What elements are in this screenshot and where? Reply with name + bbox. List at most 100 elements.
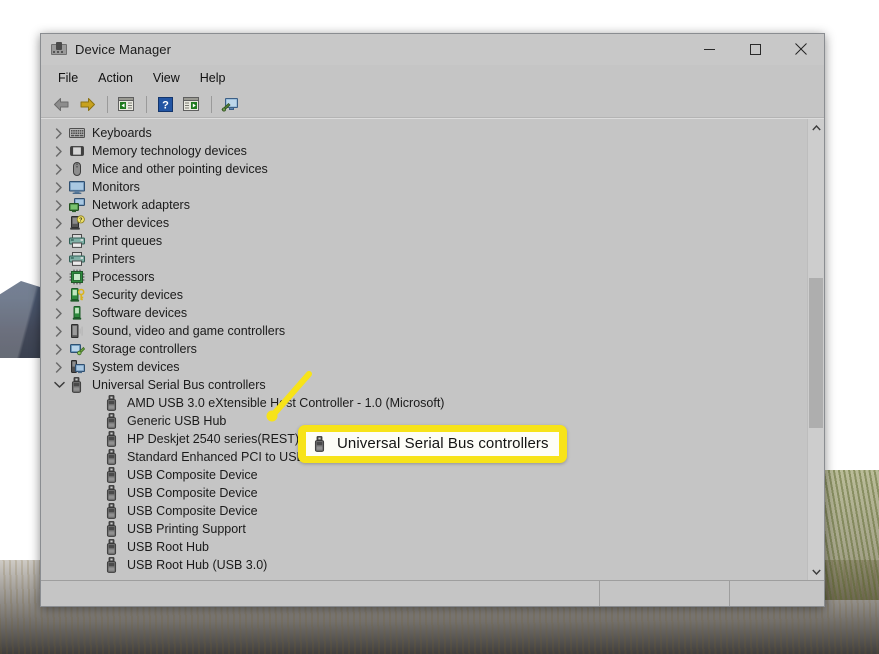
tree-item[interactable]: ? Other devices (41, 214, 807, 232)
tree-item-label: Generic USB Hub (127, 414, 227, 428)
help-button[interactable]: ? (153, 93, 177, 115)
chevron-right-icon[interactable] (51, 143, 67, 159)
minimize-button[interactable] (686, 34, 732, 65)
menu-item-action[interactable]: Action (89, 68, 142, 88)
mouse-icon (69, 161, 85, 177)
tree-item[interactable]: AMD USB 3.0 eXtensible Host Controller -… (41, 394, 807, 412)
callout-inner: Universal Serial Bus controllers (306, 432, 559, 456)
security-device-icon (69, 287, 85, 303)
tree-item-label: Sound, video and game controllers (92, 324, 286, 338)
desktop-wallpaper: Device Manager File Action View Help ? K… (0, 0, 879, 654)
chevron-right-icon[interactable] (51, 179, 67, 195)
tree-item[interactable]: Processors (41, 268, 807, 286)
tree-item-label: Keyboards (92, 126, 152, 140)
chevron-right-icon[interactable] (51, 251, 67, 267)
memory-icon (69, 143, 85, 159)
tree-item[interactable]: USB Root Hub (41, 538, 807, 556)
menu-bar: File Action View Help (41, 65, 824, 91)
tree-item-label: USB Composite Device (127, 486, 258, 500)
status-bar-main-pane (41, 581, 599, 606)
sound-device-icon (69, 323, 85, 339)
maximize-button[interactable] (732, 34, 778, 65)
chevron-right-icon[interactable] (51, 341, 67, 357)
show-hide-console-tree-button[interactable] (114, 93, 138, 115)
tree-item-label: USB Composite Device (127, 504, 258, 518)
title-bar[interactable]: Device Manager (41, 34, 824, 65)
scroll-up-arrow[interactable] (808, 119, 824, 136)
tree-item[interactable]: Mice and other pointing devices (41, 160, 807, 178)
tree-item-label: Software devices (92, 306, 188, 320)
status-bar (41, 580, 824, 606)
tree-item[interactable]: Universal Serial Bus controllers (41, 376, 807, 394)
usb-icon (104, 395, 120, 411)
chevron-right-icon[interactable] (51, 215, 67, 231)
callout-box: Universal Serial Bus controllers (298, 425, 567, 463)
chevron-right-icon[interactable] (51, 323, 67, 339)
tree-item[interactable]: Security devices (41, 286, 807, 304)
tree-item[interactable]: USB Root Hub (USB 3.0) (41, 556, 807, 574)
usb-icon (104, 431, 120, 447)
printer-icon (69, 251, 85, 267)
chevron-right-icon[interactable] (51, 269, 67, 285)
chevron-right-icon[interactable] (51, 287, 67, 303)
tree-item-label: USB Root Hub (127, 540, 209, 554)
tree-item-label: Monitors (92, 180, 140, 194)
tree-item-label: System devices (92, 360, 180, 374)
tree-item[interactable]: USB Printing Support (41, 520, 807, 538)
tree-item[interactable]: Print queues (41, 232, 807, 250)
system-device-icon (69, 359, 85, 375)
tree-item-label: USB Printing Support (127, 522, 246, 536)
usb-icon (104, 449, 120, 465)
chevron-right-icon[interactable] (51, 233, 67, 249)
tree-item[interactable]: Monitors (41, 178, 807, 196)
chevron-right-icon[interactable] (51, 359, 67, 375)
menu-item-help[interactable]: Help (191, 68, 235, 88)
tree-item-label: Other devices (92, 216, 170, 230)
keyboard-icon (69, 125, 85, 141)
tree-item-label: Security devices (92, 288, 184, 302)
svg-text:?: ? (79, 218, 82, 224)
tree-item[interactable]: Storage controllers (41, 340, 807, 358)
usb-icon (104, 503, 120, 519)
tree-item-label: Memory technology devices (92, 144, 247, 158)
usb-icon (104, 413, 120, 429)
chevron-right-icon[interactable] (51, 125, 67, 141)
tree-item[interactable]: Software devices (41, 304, 807, 322)
toolbar-separator-2 (146, 95, 147, 113)
menu-item-view[interactable]: View (144, 68, 189, 88)
tree-item[interactable]: USB Composite Device (41, 502, 807, 520)
toolbar: ? (41, 91, 824, 118)
scroll-down-arrow[interactable] (808, 563, 824, 580)
svg-text:?: ? (162, 99, 169, 111)
usb-icon (104, 539, 120, 555)
tree-item[interactable]: Printers (41, 250, 807, 268)
device-tree[interactable]: Keyboards Memory technology devices Mice a… (41, 119, 807, 580)
scan-for-hardware-changes-button[interactable] (218, 93, 242, 115)
scrollbar-thumb[interactable] (809, 278, 823, 428)
chevron-right-icon[interactable] (51, 197, 67, 213)
tree-item[interactable]: Sound, video and game controllers (41, 322, 807, 340)
vertical-scrollbar[interactable] (807, 119, 824, 580)
usb-icon (312, 436, 328, 452)
chevron-down-icon[interactable] (51, 377, 67, 393)
menu-item-file[interactable]: File (49, 68, 87, 88)
usb-icon (104, 485, 120, 501)
back-button[interactable] (49, 93, 73, 115)
forward-button[interactable] (75, 93, 99, 115)
tree-item[interactable]: Keyboards (41, 124, 807, 142)
close-button[interactable] (778, 34, 824, 65)
tree-item[interactable]: Memory technology devices (41, 142, 807, 160)
usb-icon (104, 521, 120, 537)
properties-button[interactable] (179, 93, 203, 115)
other-device-icon: ? (69, 215, 85, 231)
tree-item[interactable]: System devices (41, 358, 807, 376)
tree-item[interactable]: Network adapters (41, 196, 807, 214)
tree-item[interactable]: USB Composite Device (41, 466, 807, 484)
tree-item-label: Universal Serial Bus controllers (92, 378, 266, 392)
tree-item[interactable]: USB Composite Device (41, 484, 807, 502)
window-title: Device Manager (75, 41, 172, 57)
status-bar-pane-b (599, 581, 729, 606)
scrollbar-track[interactable] (808, 136, 824, 563)
chevron-right-icon[interactable] (51, 305, 67, 321)
chevron-right-icon[interactable] (51, 161, 67, 177)
